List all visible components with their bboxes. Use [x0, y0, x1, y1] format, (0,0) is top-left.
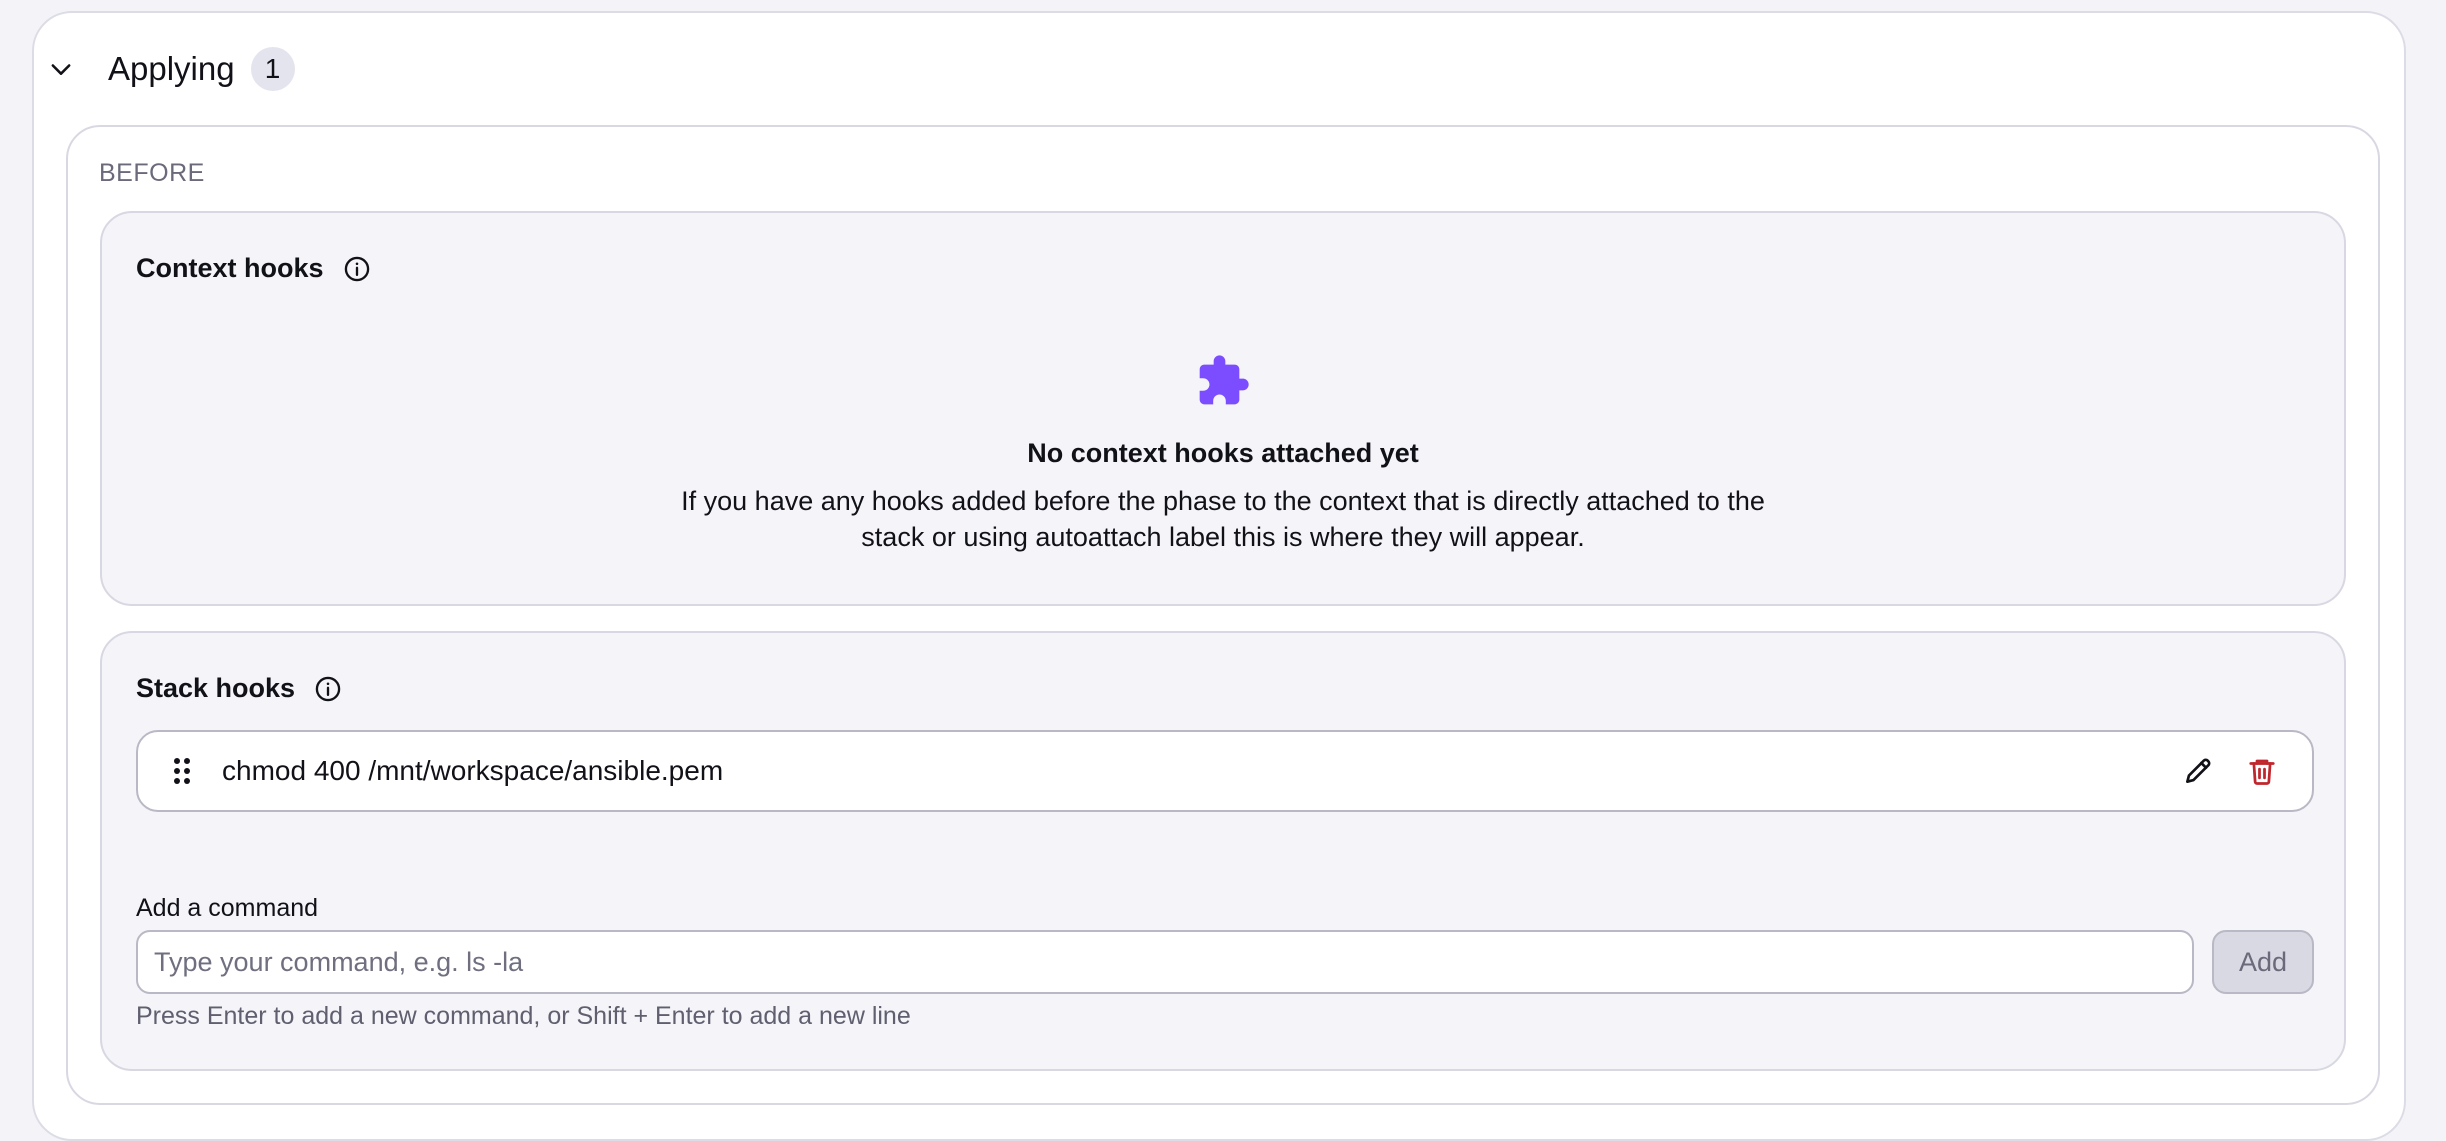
- drag-handle-icon[interactable]: [172, 756, 192, 786]
- phase-label: BEFORE: [99, 159, 205, 187]
- stack-hook-row: chmod 400 /mnt/workspace/ansible.pem: [136, 730, 2314, 812]
- delete-hook-button[interactable]: [2240, 749, 2284, 793]
- stack-hooks-panel: Stack hooks chmod 400 /mnt/workspace/ans…: [100, 631, 2346, 1071]
- empty-state-description: If you have any hooks added before the p…: [681, 486, 1765, 552]
- stack-hooks-header: Stack hooks: [136, 673, 343, 704]
- section-header: Applying 1: [42, 36, 295, 102]
- edit-hook-button[interactable]: [2176, 749, 2220, 793]
- command-input[interactable]: [136, 930, 2194, 994]
- puzzle-icon: [1195, 353, 1251, 409]
- add-command-label: Add a command: [136, 894, 319, 922]
- info-icon[interactable]: [342, 254, 372, 284]
- add-command-hint: Press Enter to add a new command, or Shi…: [136, 1002, 911, 1030]
- trash-icon: [2249, 759, 2275, 785]
- empty-state-title: No context hooks attached yet: [1027, 438, 1419, 468]
- context-hooks-panel: Context hooks No context hooks attached …: [100, 211, 2346, 606]
- hook-count-badge: 1: [250, 47, 295, 91]
- add-command-button[interactable]: Add: [2212, 930, 2314, 994]
- context-hooks-title: Context hooks: [136, 253, 324, 283]
- context-hooks-header: Context hooks: [136, 253, 372, 284]
- chevron-down-icon[interactable]: [42, 50, 80, 88]
- info-icon[interactable]: [313, 674, 343, 704]
- stack-hooks-title: Stack hooks: [136, 673, 296, 703]
- pencil-icon: [2186, 758, 2211, 783]
- section-title: Applying: [108, 50, 235, 87]
- context-hooks-empty-state: No context hooks attached yet If you hav…: [102, 353, 2344, 555]
- hook-command-text: chmod 400 /mnt/workspace/ansible.pem: [222, 755, 724, 786]
